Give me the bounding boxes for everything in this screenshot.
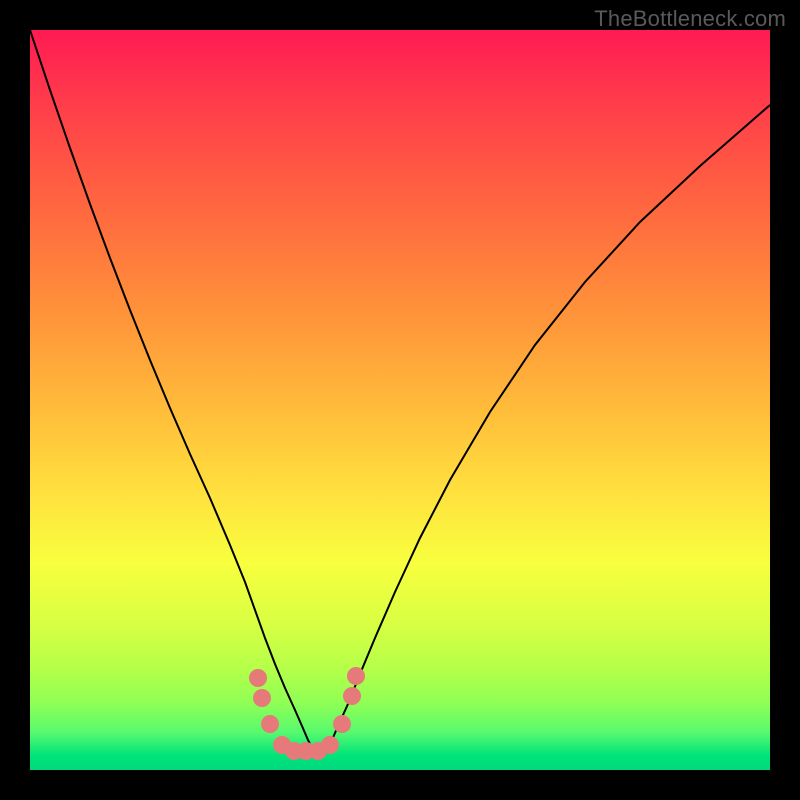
- curve-marker-dot: [249, 669, 267, 687]
- curve-marker-dot: [333, 715, 351, 733]
- curve-marker-dot: [253, 689, 271, 707]
- chart-frame: TheBottleneck.com: [0, 0, 800, 800]
- watermark-text: TheBottleneck.com: [594, 6, 786, 32]
- curve-markers: [249, 667, 365, 760]
- plot-area: [30, 30, 770, 770]
- curve-marker-dot: [261, 715, 279, 733]
- curve-marker-dot: [343, 687, 361, 705]
- curve-svg: [30, 30, 770, 770]
- bottleneck-curve: [30, 30, 770, 752]
- curve-marker-dot: [321, 736, 339, 754]
- curve-marker-dot: [347, 667, 365, 685]
